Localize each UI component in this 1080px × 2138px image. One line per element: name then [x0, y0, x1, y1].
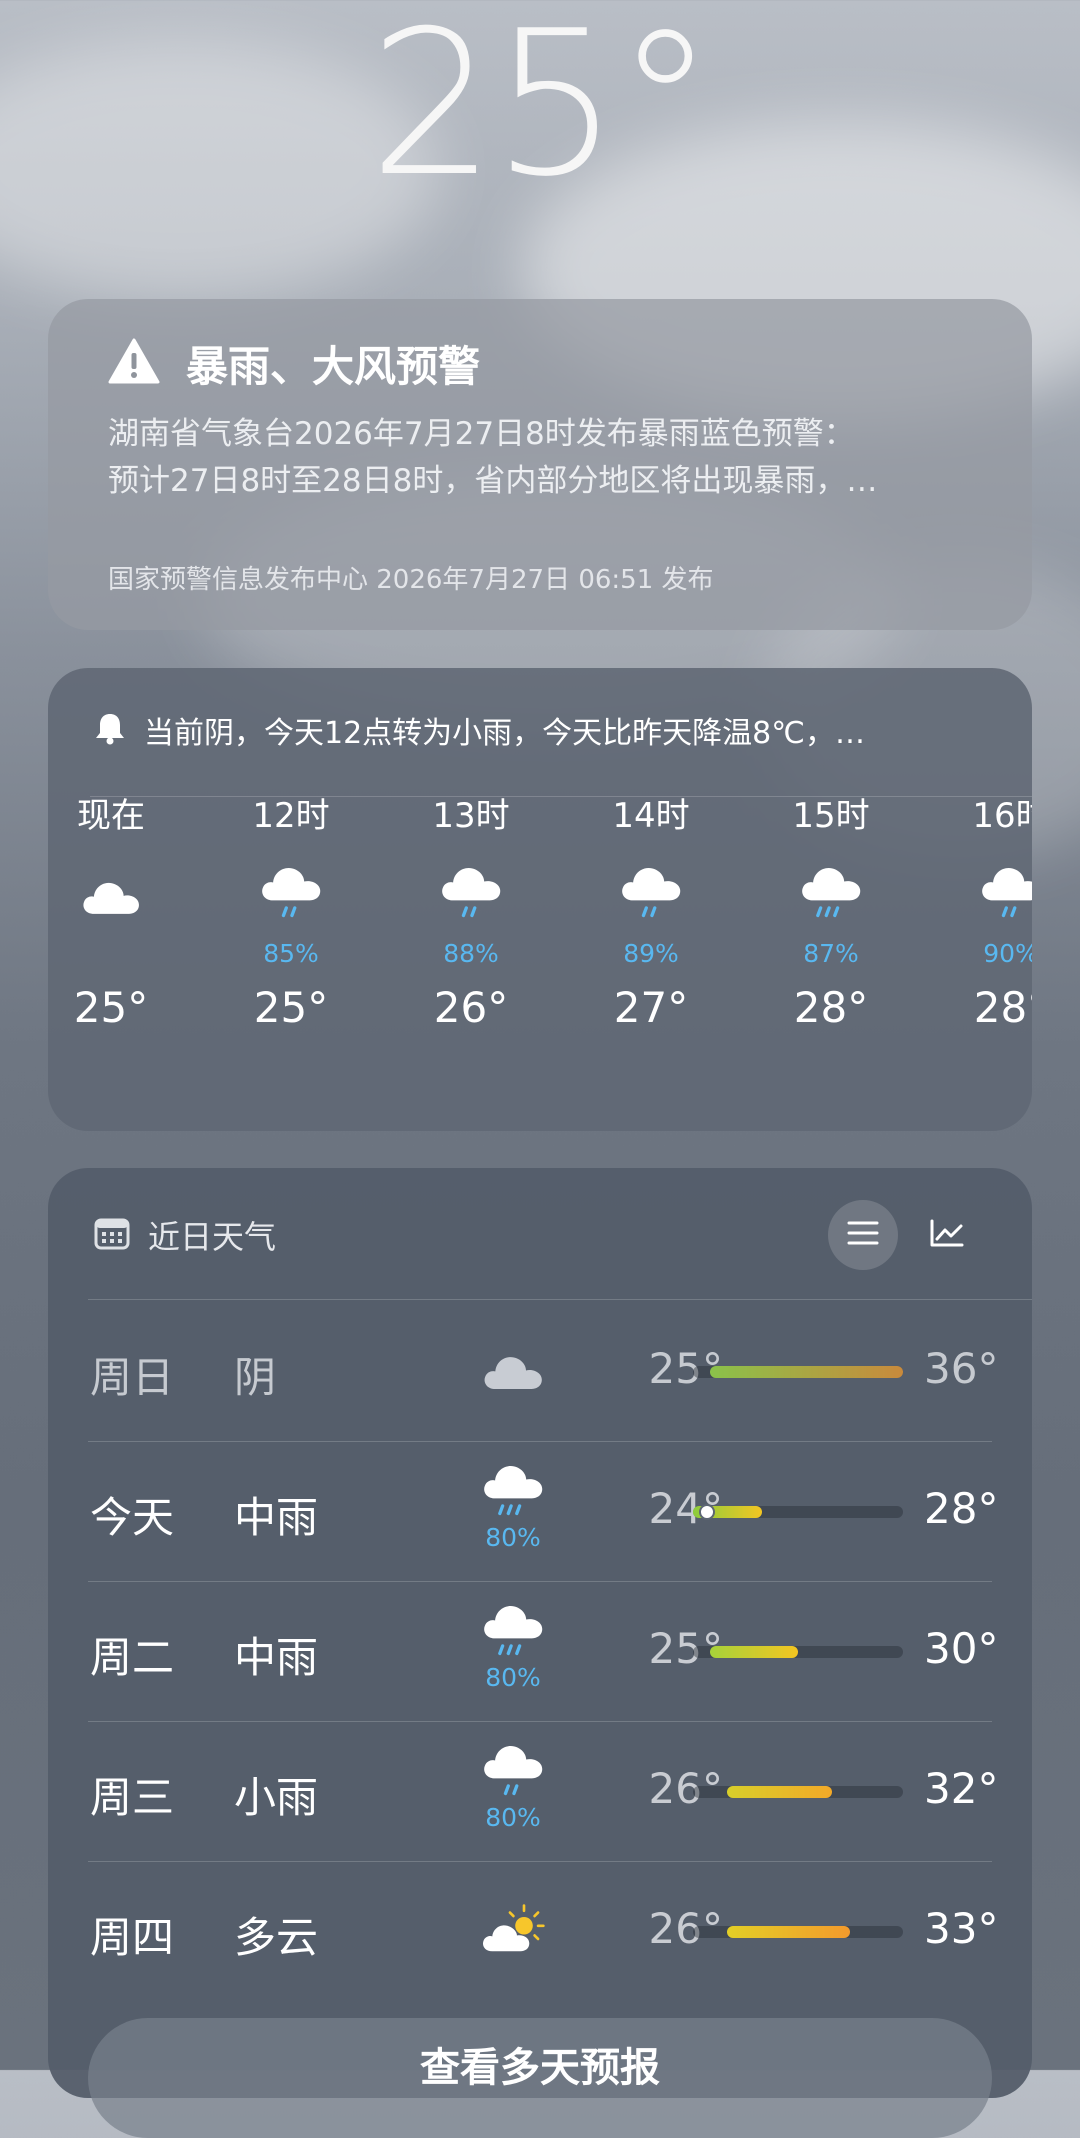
partly-cloudy-icon [458, 1902, 568, 1959]
hourly-item: 13时 88% 26° [396, 788, 546, 1038]
day-name: 周日 [90, 1353, 175, 1402]
temperature-range-fill [709, 1646, 798, 1658]
more-days-forecast-button[interactable]: 查看多天预报 [88, 2018, 992, 2138]
weather-condition: 中雨 [234, 1633, 319, 1682]
daily-row[interactable]: 今天 中雨 80% 24° 28° [48, 1442, 1032, 1582]
list-view-button[interactable] [828, 1200, 898, 1270]
precipitation-probability [48, 936, 186, 972]
hourly-scroll-list[interactable]: 现在 25° 12时 85% 25° 13时 88% 26° 14时 89% 27° 15时 87% 28… [48, 788, 1032, 1108]
precipitation-probability: 85% [263, 939, 319, 968]
hour-time: 现在 [77, 796, 145, 836]
hourly-item: 现在 25° [48, 788, 186, 1038]
precipitation-probability: 80% [485, 1523, 541, 1553]
alert-title-row: 暴雨、大风预警 [108, 335, 480, 391]
trend-chart-icon [929, 1218, 965, 1252]
weather-condition: 中雨 [234, 1493, 319, 1542]
moderate-rain-icon: 80% [458, 1464, 568, 1552]
temperature-range-bar [693, 1646, 903, 1658]
light-rain-icon [216, 856, 366, 936]
hour-time: 14时 [612, 796, 690, 836]
weather-condition: 小雨 [234, 1773, 319, 1822]
hour-time: 13时 [432, 796, 510, 836]
daily-row[interactable]: 周日阴 25° 36° [48, 1302, 1032, 1442]
list-view-icon [846, 1218, 880, 1252]
day-name: 周三 [90, 1773, 175, 1822]
high-temperature: 30° [924, 1624, 999, 1673]
cloud-icon [458, 1350, 568, 1395]
hourly-forecast-card[interactable]: 当前阴，今天12点转为小雨，今天比昨天降温8℃，… 现在 25° 12时 85% 25°… [48, 668, 1032, 1131]
alert-line-2: 预计27日8时至28日8时，省内部分地区将出现暴雨，… [108, 463, 878, 499]
alert-description: 湖南省气象台2026年7月27日8时发布暴雨蓝色预警： 预计27日8时至28日8… [108, 411, 988, 505]
hour-time: 16时 [972, 796, 1032, 836]
temperature-range-fill [726, 1926, 851, 1938]
precipitation-probability: 90% [983, 939, 1032, 968]
hour-time: 12时 [252, 796, 330, 836]
alert-line-1: 湖南省气象台2026年7月27日8时发布暴雨蓝色预警： [108, 416, 855, 452]
daily-forecast-card: 近日天气 周日阴 25° 36° 今天 中雨 80% 24° 28° 周二 中雨 80% 25° 30°… [48, 1168, 1032, 2138]
calendar-icon [94, 1216, 130, 1254]
weather-alert-card[interactable]: 暴雨、大风预警 湖南省气象台2026年7月27日8时发布暴雨蓝色预警： 预计27… [48, 299, 1032, 630]
current-temperature-marker [699, 1504, 715, 1520]
high-temperature: 28° [924, 1484, 999, 1533]
light-rain-icon [936, 856, 1032, 936]
daily-row[interactable]: 周三 小雨 80% 26° 32° [48, 1722, 1032, 1862]
daily-header-title: 近日天气 [148, 1218, 277, 1256]
temperature-range-bar [693, 1504, 903, 1520]
hour-temperature: 28° [973, 983, 1032, 1032]
forecast-summary-row: 当前阴，今天12点转为小雨，今天比昨天降温8℃，… [94, 708, 994, 752]
precipitation-probability: 87% [803, 939, 859, 968]
hour-time: 15时 [792, 796, 870, 836]
hour-temperature: 27° [613, 983, 689, 1032]
daily-header: 近日天气 [94, 1212, 276, 1258]
daily-row[interactable]: 周四 多云 26° 33° [48, 1862, 1032, 2002]
warning-triangle-icon [108, 337, 160, 389]
cloud-icon [48, 856, 186, 936]
current-temperature: 25° [368, 0, 716, 221]
day-name: 今天 [90, 1493, 175, 1542]
high-temperature: 32° [924, 1764, 999, 1813]
hour-temperature: 25° [73, 983, 149, 1032]
day-name: 周四 [90, 1913, 175, 1962]
high-temperature: 33° [924, 1904, 999, 1953]
hour-temperature: 28° [793, 983, 869, 1032]
hourly-item: 14时 89% 27° [576, 788, 726, 1038]
alert-source: 国家预警信息发布中心 2026年7月27日 06:51 发布 [108, 565, 714, 595]
temperature-range-fill [726, 1786, 832, 1798]
hour-temperature: 26° [433, 983, 509, 1032]
precipitation-probability: 80% [485, 1663, 541, 1693]
precipitation-probability: 89% [623, 939, 679, 968]
hourly-item: 12时 85% 25° [216, 788, 366, 1038]
light-rain-icon [396, 856, 546, 936]
moderate-rain-icon [756, 856, 906, 936]
hourly-item: 16时 90% 28° [936, 788, 1032, 1038]
temperature-range-fill [709, 1366, 903, 1378]
chart-view-button[interactable] [912, 1200, 982, 1270]
temperature-range-bar [693, 1926, 903, 1938]
alert-title: 暴雨、大风预警 [186, 341, 481, 391]
temperature-range-bar [693, 1786, 903, 1798]
weather-condition: 多云 [234, 1913, 319, 1962]
temperature-range-bar [693, 1366, 903, 1378]
bell-icon [94, 711, 126, 749]
divider [88, 1299, 1032, 1300]
daily-row[interactable]: 周二 中雨 80% 25° 30° [48, 1582, 1032, 1722]
light-rain-icon: 80% [458, 1744, 568, 1832]
hour-temperature: 25° [253, 983, 329, 1032]
weather-condition: 阴 [234, 1353, 277, 1402]
more-days-label: 查看多天预报 [420, 2045, 660, 2091]
moderate-rain-icon: 80% [458, 1604, 568, 1692]
forecast-summary: 当前阴，今天12点转为小雨，今天比昨天降温8℃，… [144, 716, 865, 751]
light-rain-icon [576, 856, 726, 936]
precipitation-probability: 80% [485, 1803, 541, 1833]
hourly-item: 15时 87% 28° [756, 788, 906, 1038]
day-name: 周二 [90, 1633, 175, 1682]
precipitation-probability: 88% [443, 939, 499, 968]
high-temperature: 36° [924, 1344, 999, 1393]
